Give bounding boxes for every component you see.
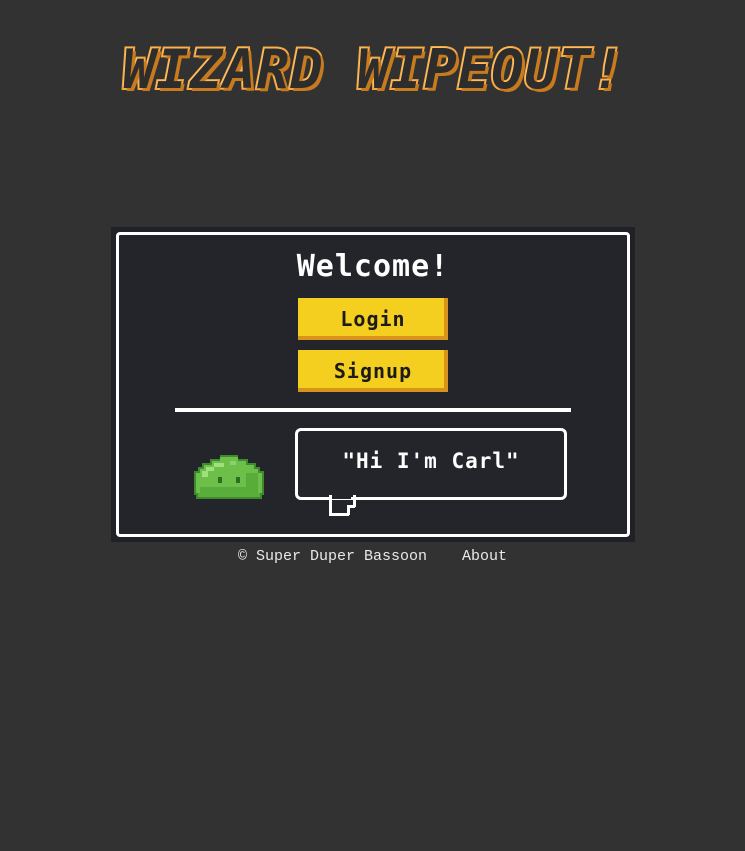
footer: © Super Duper Bassoon About (0, 548, 745, 565)
copyright-text: © Super Duper Bassoon (237, 548, 427, 565)
welcome-panel: Welcome! Login Signup "Hi I'm Carl" (111, 227, 635, 542)
divider (175, 408, 571, 412)
speech-bubble-tail (329, 495, 356, 516)
about-link[interactable]: About (462, 548, 507, 565)
game-logo: WIZARD WIPEOUT! (78, 38, 670, 102)
welcome-panel-frame: Welcome! Login Signup "Hi I'm Carl" (116, 232, 630, 537)
page: WIZARD WIPEOUT! Welcome! Login Signup "H… (0, 0, 745, 851)
game-title: WIZARD WIPEOUT! (121, 38, 627, 102)
speech-bubble: "Hi I'm Carl" (295, 428, 567, 500)
signup-button[interactable]: Signup (298, 350, 448, 392)
speech-text: "Hi I'm Carl" (342, 449, 520, 473)
welcome-heading: Welcome! (296, 249, 450, 284)
slime-icon (194, 455, 264, 499)
login-button[interactable]: Login (298, 298, 448, 340)
